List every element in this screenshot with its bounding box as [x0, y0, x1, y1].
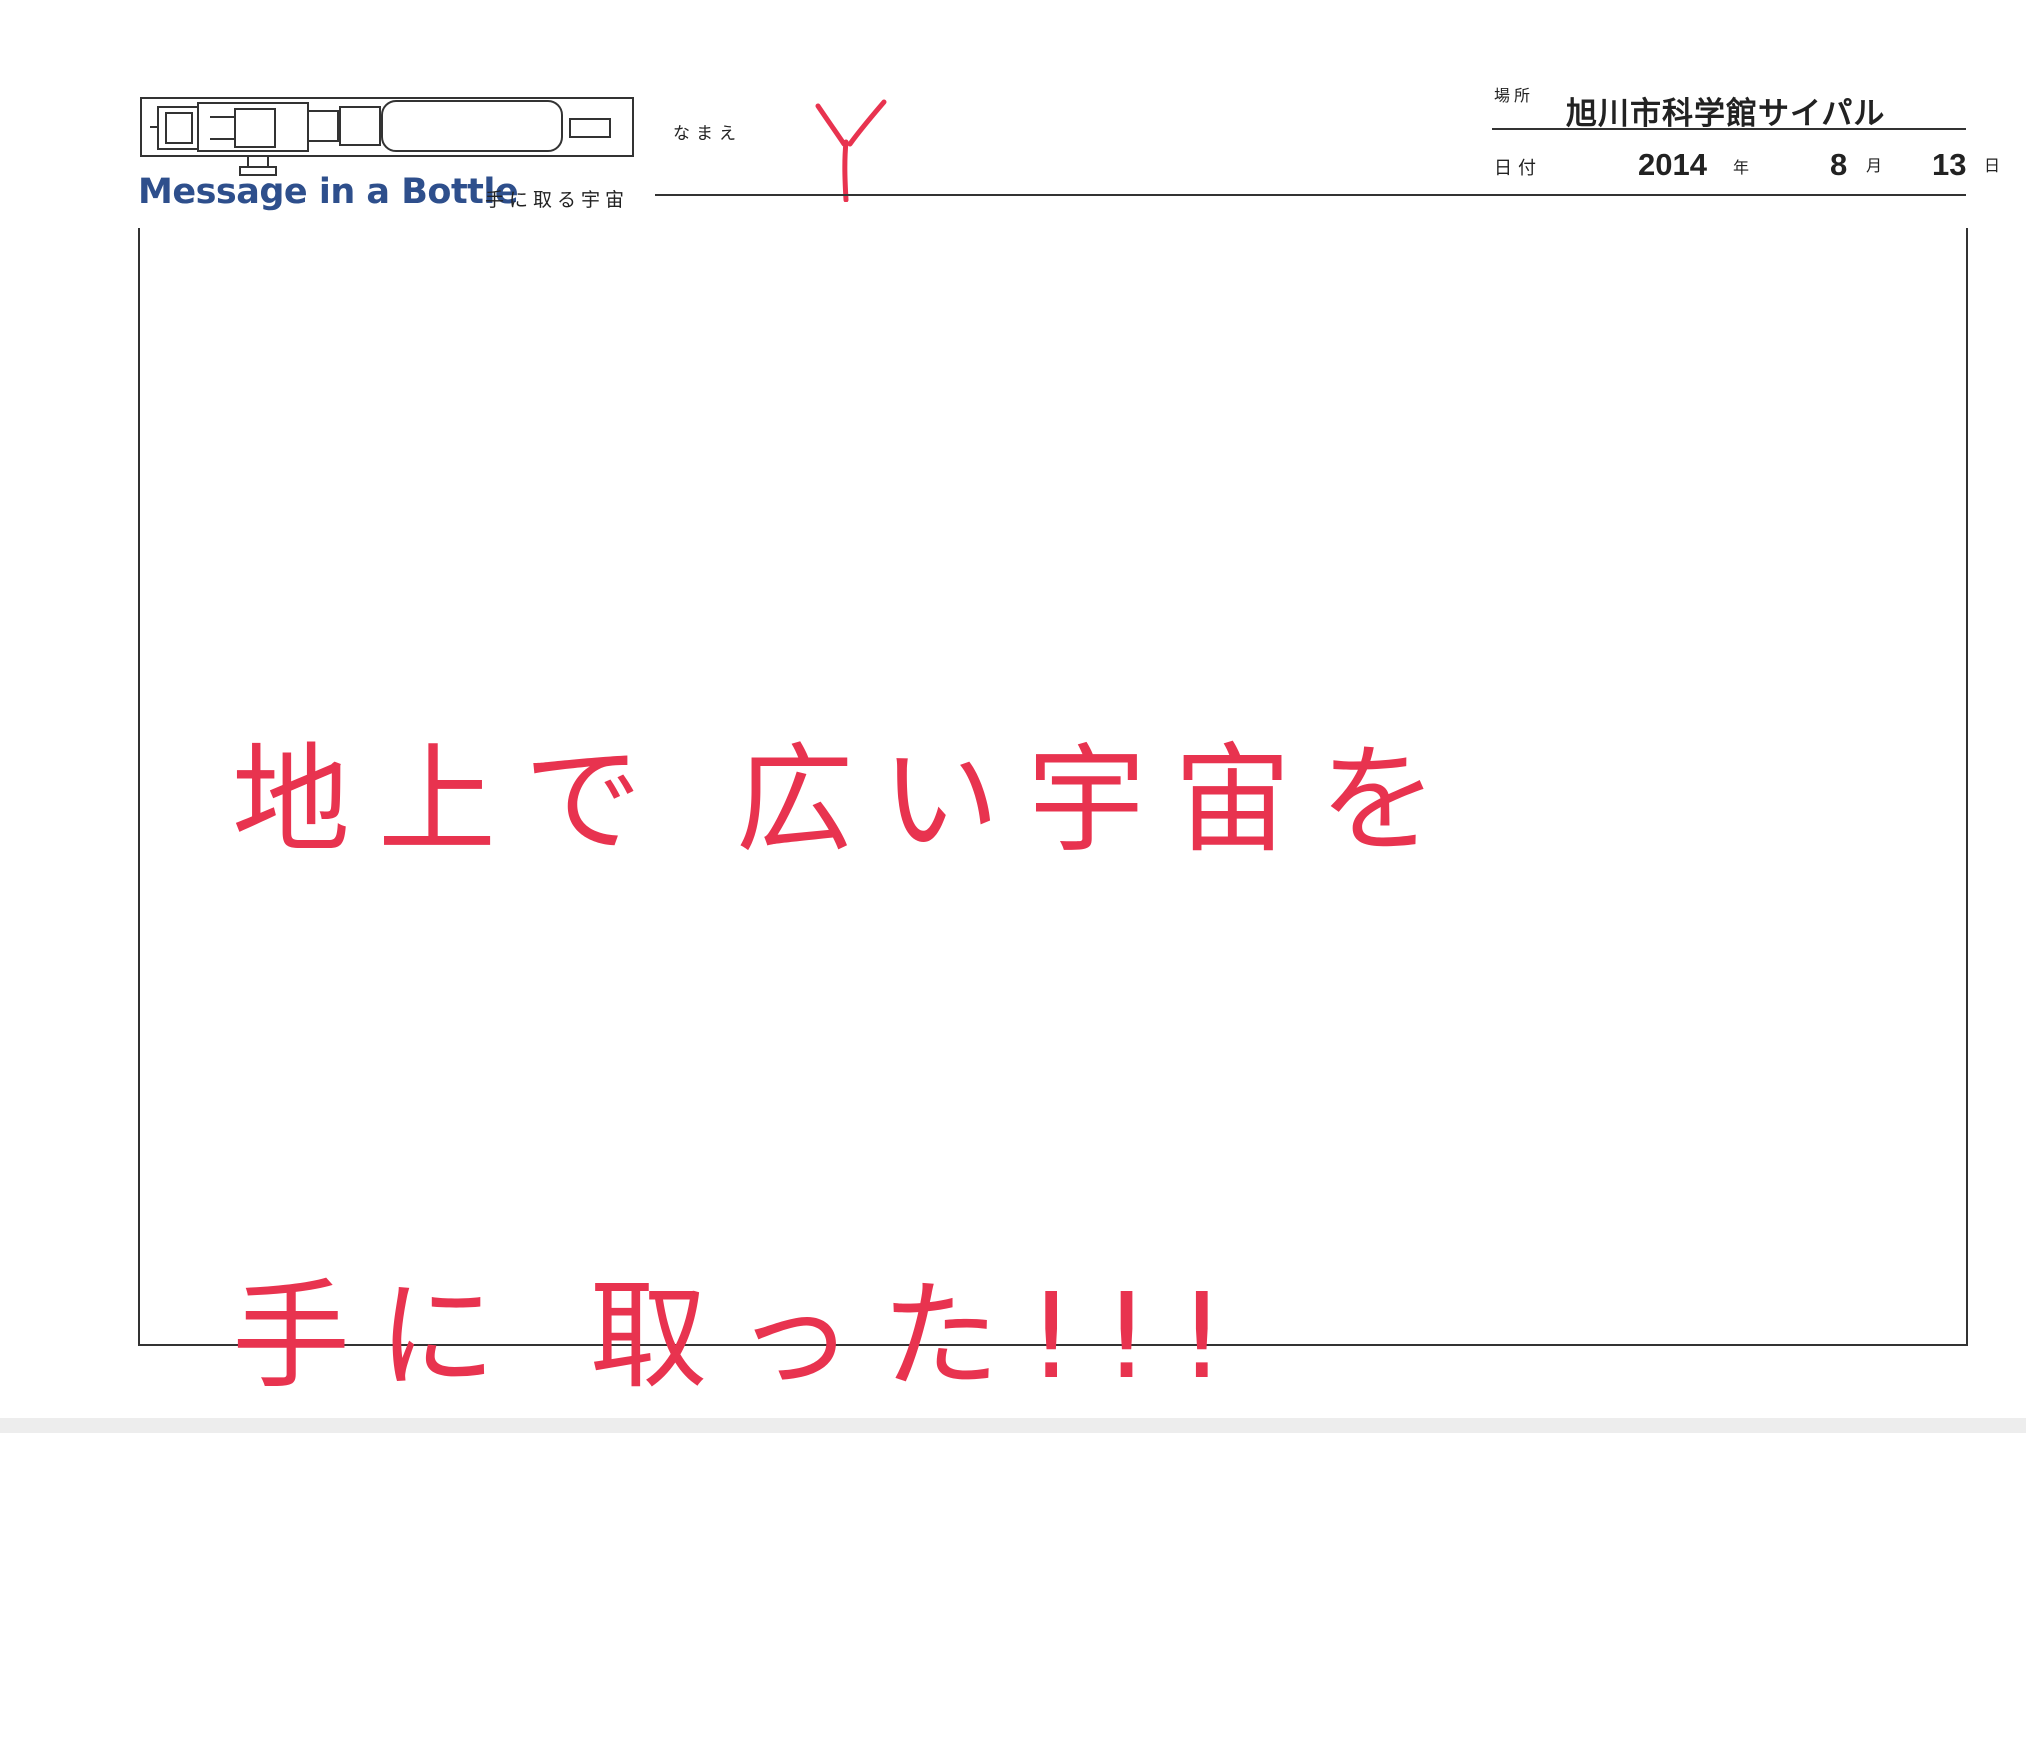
name-label: なまえ	[673, 124, 742, 144]
handwritten-name-y	[815, 99, 887, 202]
name-underline	[655, 194, 1492, 196]
date-day-unit: 日	[1984, 156, 2001, 175]
date-month-unit: 月	[1866, 156, 1883, 175]
place-label: 場所	[1494, 86, 1535, 105]
brand-subtitle: 手に取る宇宙	[485, 189, 630, 211]
handwritten-message: 地上で 広い宇宙を 手に 取った!!!	[232, 398, 1732, 1738]
date-month: 8	[1830, 147, 1848, 182]
message-line-1: 地上で 広い宇宙を	[232, 731, 1466, 869]
place-value: 旭川市科学館サイパル	[1566, 96, 1886, 132]
date-day: 13	[1932, 147, 1967, 182]
message-box: 地上で 広い宇宙を 手に 取った!!!	[138, 228, 1968, 1405]
date-year: 2014	[1638, 147, 1707, 182]
brand-title: Message in a Bottle	[138, 172, 519, 212]
date-label: 日付	[1494, 158, 1542, 179]
scan-bottom-edge	[0, 1418, 2026, 1433]
place-underline	[1492, 128, 1966, 130]
date-underline	[1492, 194, 1966, 196]
date-year-unit: 年	[1733, 158, 1750, 177]
bottle-capsule-icon	[140, 97, 634, 176]
